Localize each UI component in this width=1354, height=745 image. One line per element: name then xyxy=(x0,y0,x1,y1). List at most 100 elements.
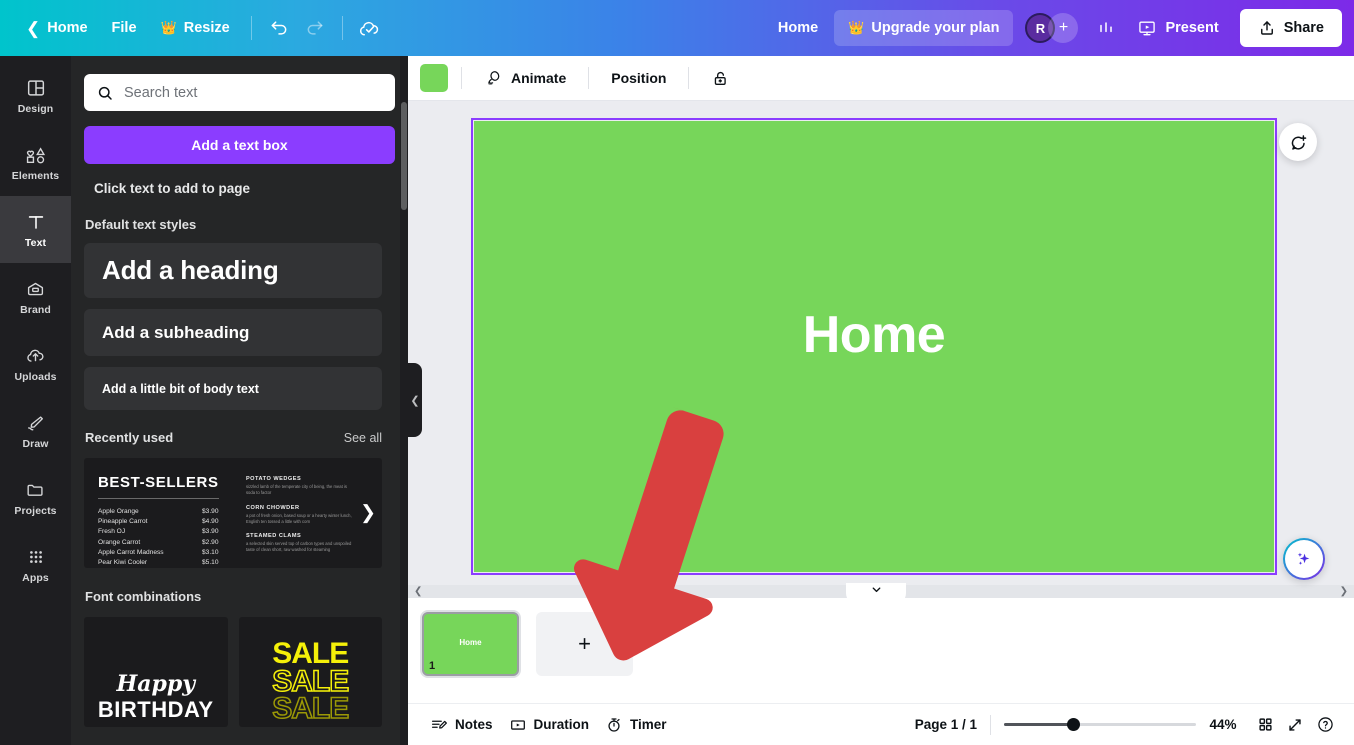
crown-icon: 👑 xyxy=(848,20,865,35)
zoom-slider-knob[interactable] xyxy=(1067,718,1081,731)
thumbnail-text: Home xyxy=(459,637,482,647)
magic-studio-button[interactable] xyxy=(1283,538,1325,580)
design-page[interactable]: Home xyxy=(474,121,1274,572)
uploads-cloud-icon xyxy=(27,349,44,362)
add-body-text-style[interactable]: Add a little bit of body text xyxy=(84,367,382,410)
back-home-button[interactable]: ❮ Home xyxy=(14,10,100,46)
item-price: $3.90 xyxy=(202,528,219,536)
sidebar-item-text[interactable]: Text xyxy=(0,196,71,263)
magic-button-inner xyxy=(1285,540,1323,578)
combo-line-2: BIRTHDAY xyxy=(97,697,214,722)
combo-line-1: SALE xyxy=(272,637,349,671)
duration-button[interactable]: Duration xyxy=(501,710,598,740)
canvas-area[interactable]: Home ❮ ❯ xyxy=(408,101,1354,598)
cloud-saved-button[interactable] xyxy=(352,10,388,46)
collaborators: R + xyxy=(1025,13,1079,43)
present-button[interactable]: Present xyxy=(1124,10,1231,46)
bottom-bar: Notes Duration Timer Page 1 / 1 44% xyxy=(408,703,1354,745)
zoom-level-label[interactable]: 44% xyxy=(1196,717,1250,732)
resize-label: Resize xyxy=(183,20,230,36)
fullscreen-button[interactable] xyxy=(1280,710,1310,740)
search-box[interactable] xyxy=(84,74,395,111)
animate-button[interactable]: Animate xyxy=(475,62,575,94)
lock-button[interactable] xyxy=(702,62,739,94)
zoom-slider[interactable] xyxy=(1004,718,1196,732)
panel-scrollbar[interactable] xyxy=(400,56,408,745)
present-screen-icon xyxy=(1139,21,1156,36)
divider xyxy=(341,16,343,40)
unlock-icon xyxy=(715,71,727,85)
chevron-right-icon[interactable]: ❯ xyxy=(1340,586,1348,597)
page-thumbnail-list: Home 1 + xyxy=(408,598,1354,676)
combo-line-3: SALE xyxy=(271,692,350,726)
combo-line-2: SALE xyxy=(271,664,350,698)
insights-button[interactable] xyxy=(1088,10,1124,46)
divider xyxy=(461,67,462,89)
font-combo-card[interactable]: SALE SALE SALE xyxy=(238,617,382,727)
file-menu-button[interactable]: File xyxy=(100,10,149,46)
add-text-box-button[interactable]: Add a text box xyxy=(84,126,395,164)
default-text-styles-title: Default text styles xyxy=(85,217,197,232)
detail-heading: CORN CHOWDER xyxy=(245,504,300,511)
collapse-panel-button[interactable]: ❮ xyxy=(408,363,422,437)
sidebar-item-brand[interactable]: Brand xyxy=(0,263,71,330)
template-row: Apple Carrot Madness $3.10 xyxy=(98,549,219,556)
home-link[interactable]: Home xyxy=(762,20,834,36)
item-name: Apple Carrot Madness xyxy=(98,548,164,556)
share-button[interactable]: Share xyxy=(1239,9,1342,47)
page-heading-text[interactable]: Home xyxy=(803,305,946,365)
page-count-label: Page 1 / 1 xyxy=(914,717,977,732)
page-thumbnail-1[interactable]: Home 1 xyxy=(422,612,519,676)
chevron-left-icon: ❮ xyxy=(410,394,420,407)
add-collaborator-button[interactable]: + xyxy=(1048,13,1079,43)
page-color-swatch[interactable] xyxy=(420,64,448,92)
timer-label: Timer xyxy=(630,717,667,732)
cloud-saved-icon xyxy=(360,21,379,35)
search-icon xyxy=(98,86,112,100)
chevron-left-icon: ❮ xyxy=(26,18,41,38)
panel-scrollbar-thumb[interactable] xyxy=(401,102,407,210)
sidebar-item-apps[interactable]: Apps xyxy=(0,531,71,598)
text-panel-content: Add a text box Click text to add to page… xyxy=(71,56,408,727)
chevron-down-icon xyxy=(872,587,880,593)
add-heading-style[interactable]: Add a heading xyxy=(84,243,382,298)
sidebar-item-label: Apps xyxy=(22,571,49,584)
add-page-button[interactable]: + xyxy=(536,612,633,676)
duration-label: Duration xyxy=(533,717,590,732)
sidebar-item-label: Brand xyxy=(20,303,51,316)
sidebar-item-elements[interactable]: Elements xyxy=(0,129,71,196)
see-all-link[interactable]: See all xyxy=(344,431,382,445)
sidebar-item-projects[interactable]: Projects xyxy=(0,464,71,531)
back-home-label: Home xyxy=(47,20,88,36)
recent-template-card[interactable]: BEST-SELLERS Apple Orange $3.90 Pineappl… xyxy=(84,458,382,568)
elements-shapes-icon xyxy=(26,146,45,163)
add-subheading-style[interactable]: Add a subheading xyxy=(84,309,382,356)
sidebar-item-uploads[interactable]: Uploads xyxy=(0,330,71,397)
font-combinations-list: Happy BIRTHDAY SALE SALE SALE xyxy=(84,617,382,727)
undo-icon xyxy=(271,21,287,35)
recently-used-list: BEST-SELLERS Apple Orange $3.90 Pineappl… xyxy=(84,458,382,568)
sidebar-item-label: Design xyxy=(17,102,54,115)
resize-button[interactable]: 👑 Resize xyxy=(149,10,242,46)
position-button[interactable]: Position xyxy=(602,62,675,94)
search-input[interactable] xyxy=(124,84,383,101)
redo-button[interactable] xyxy=(297,10,333,46)
undo-button[interactable] xyxy=(261,10,297,46)
item-price: $3.90 xyxy=(202,508,219,515)
upgrade-plan-button[interactable]: 👑 Upgrade your plan xyxy=(834,10,1014,46)
sidebar-item-draw[interactable]: Draw xyxy=(0,397,71,464)
toggle-pages-strip-button[interactable] xyxy=(846,583,906,605)
timer-button[interactable]: Timer xyxy=(597,710,675,740)
notes-icon xyxy=(431,720,447,729)
notes-button[interactable]: Notes xyxy=(422,710,501,740)
help-button[interactable] xyxy=(1310,710,1340,740)
chevron-left-icon[interactable]: ❮ xyxy=(414,586,422,597)
sidebar-item-design[interactable]: Design xyxy=(0,62,71,129)
add-comment-button[interactable] xyxy=(1279,123,1317,161)
grid-view-button[interactable] xyxy=(1250,710,1280,740)
font-combo-card[interactable]: Happy BIRTHDAY xyxy=(84,617,228,727)
timer-stopwatch-icon xyxy=(608,717,620,732)
template-row: Pineapple Carrot $4.90 xyxy=(98,518,219,525)
design-layout-icon xyxy=(27,79,44,96)
chevron-right-icon[interactable]: ❯ xyxy=(360,502,376,525)
